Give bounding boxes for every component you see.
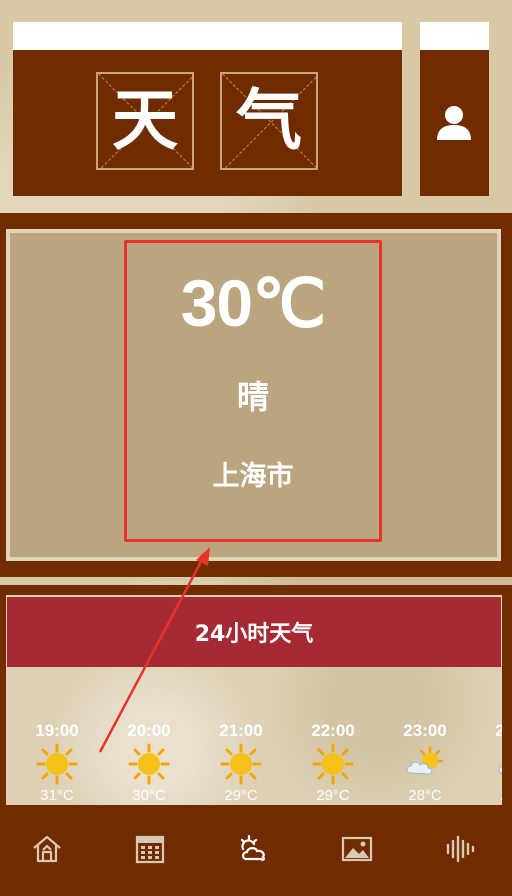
hourly-item: 24:00 28°C xyxy=(477,721,502,804)
sun-icon xyxy=(128,743,170,785)
city-name: 上海市 xyxy=(212,461,294,492)
sun-icon xyxy=(312,743,354,785)
header-strip xyxy=(420,22,489,50)
partly-cloudy-icon xyxy=(498,765,502,774)
hourly-item: 19:00 31°C xyxy=(17,721,97,804)
audio-icon xyxy=(446,835,475,863)
title-char-box: 天 xyxy=(96,72,194,170)
hour-temp: 31°C xyxy=(40,787,74,804)
weather-condition: 晴 xyxy=(236,378,269,416)
app-header: 天 气 xyxy=(13,22,402,196)
title-char-box: 气 xyxy=(220,72,318,170)
hour-temp: 29°C xyxy=(224,787,258,804)
hour-temp: 28°C xyxy=(408,787,442,804)
user-icon xyxy=(437,106,471,140)
sun-icon xyxy=(220,743,262,785)
hour-time: 24:00 xyxy=(495,721,502,740)
hour-time: 23:00 xyxy=(403,721,447,740)
nav-gallery[interactable] xyxy=(337,829,377,869)
current-temperature: 30℃ xyxy=(180,266,327,340)
title-char: 气 xyxy=(236,82,302,159)
sun-icon xyxy=(36,743,78,785)
user-button[interactable] xyxy=(420,22,489,196)
nav-home[interactable] xyxy=(27,829,67,869)
weather-icon xyxy=(240,834,265,861)
gallery-icon xyxy=(341,836,373,862)
hour-temp: 28°C xyxy=(477,787,502,804)
hourly-item: 23:00 28°C xyxy=(385,721,465,804)
hour-temp: 30°C xyxy=(132,787,166,804)
current-weather-info[interactable]: 30℃ 晴 上海市 xyxy=(124,240,382,542)
nav-calendar[interactable] xyxy=(130,829,170,869)
nav-audio[interactable] xyxy=(440,829,480,869)
title-char: 天 xyxy=(112,82,178,159)
calendar-icon xyxy=(135,835,165,864)
partly-cloudy-icon xyxy=(406,745,444,775)
hourly-card: 24小时天气 19:00 31°C 20:00 30°C 21:00 29°C … xyxy=(6,595,502,815)
home-icon xyxy=(33,835,61,863)
hour-time: 19:00 xyxy=(35,721,79,740)
hourly-item: 21:00 29°C xyxy=(201,721,281,804)
bottom-nav xyxy=(0,805,512,896)
nav-weather[interactable] xyxy=(234,829,274,869)
hour-time: 20:00 xyxy=(127,721,171,740)
hourly-item: 22:00 29°C xyxy=(293,721,373,804)
hour-time: 22:00 xyxy=(311,721,355,740)
hour-temp: 29°C xyxy=(316,787,350,804)
hourly-title: 24小时天气 xyxy=(7,597,501,667)
hourly-item: 20:00 30°C xyxy=(109,721,189,804)
hour-time: 21:00 xyxy=(219,721,263,740)
hourly-panel: 24小时天气 19:00 31°C 20:00 30°C 21:00 29°C … xyxy=(0,585,512,815)
header-strip xyxy=(13,22,402,50)
